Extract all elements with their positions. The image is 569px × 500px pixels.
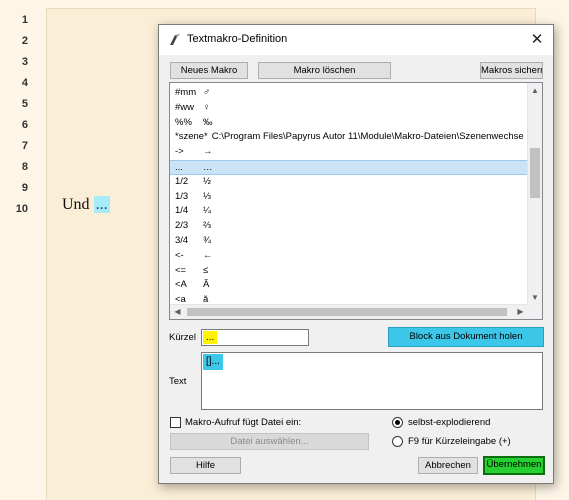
macro-list-item[interactable]: 1/2 ½ xyxy=(170,175,528,190)
new-macro-button[interactable]: Neues Makro xyxy=(170,62,248,79)
close-icon[interactable]: ✕ xyxy=(527,30,547,50)
macro-key: ... xyxy=(175,161,183,173)
macro-value: ⅔ xyxy=(203,220,211,232)
macro-key: %% xyxy=(175,116,192,128)
line-number: 9 xyxy=(21,182,28,194)
macro-text-value: []... xyxy=(203,354,223,370)
scrollbar-corner xyxy=(527,304,542,319)
macro-list-item[interactable]: -> → xyxy=(170,145,528,160)
macro-list-item[interactable]: ... … xyxy=(170,159,528,175)
macro-key: *szene* xyxy=(175,131,208,143)
macro-value: ⅓ xyxy=(203,190,211,202)
delete-macro-button[interactable]: Makro löschen xyxy=(258,62,391,79)
macro-key: 2/3 xyxy=(175,220,189,232)
macro-key: <= xyxy=(175,264,187,276)
self-exploding-label: selbst-explodierend xyxy=(408,417,491,428)
macro-key: <- xyxy=(175,249,184,261)
macro-list-item[interactable]: #mm ♂ xyxy=(170,86,528,101)
kuerzel-value: ... xyxy=(203,331,218,344)
macro-list-item[interactable]: #ww ♀ xyxy=(170,101,528,116)
macro-key: #mm xyxy=(175,87,197,98)
macro-list-item[interactable]: <- ← xyxy=(170,249,528,264)
macro-value: ♂ xyxy=(203,87,211,98)
macro-text-area[interactable]: []... xyxy=(201,352,543,410)
line-number: 1 xyxy=(21,14,28,26)
line-number: 7 xyxy=(21,140,28,152)
macro-list-item[interactable]: 2/3 ⅔ xyxy=(170,219,528,234)
dialog-titlebar[interactable]: Textmakro-Definition ✕ xyxy=(159,25,553,55)
macro-inserts-file-checkbox[interactable] xyxy=(170,417,181,428)
macro-list-item[interactable]: <= ≤ xyxy=(170,264,528,279)
macro-value: Ă xyxy=(203,279,210,291)
line-number-gutter: 1 2 3 4 5 6 7 8 9 10 xyxy=(0,0,40,500)
macro-list-item[interactable]: 3/4 ¾ xyxy=(170,234,528,249)
textmakro-dialog: Textmakro-Definition ✕ Neues Makro Makro… xyxy=(158,24,554,484)
macro-list[interactable]: #mm ♂ #ww ♀%% ‰ *szene* C:\Program Files\Papyr… xyxy=(169,82,543,320)
macro-list-rows: #mm ♂ #ww ♀%% ‰ *szene* C:\Program Files\Papyr… xyxy=(170,86,528,306)
dialog-title: Textmakro-Definition xyxy=(187,33,288,45)
macro-value: ‰ xyxy=(203,116,213,128)
macro-value: ← xyxy=(203,249,213,261)
document-highlighted-text: ... xyxy=(93,196,110,213)
choose-file-button[interactable]: Datei auswählen... xyxy=(170,433,369,450)
horizontal-scroll-thumb[interactable] xyxy=(187,308,507,316)
kuerzel-label: Kürzel xyxy=(169,332,196,343)
macro-list-item[interactable]: *szene* C:\Program Files\Papyrus Autor 11… xyxy=(170,130,528,145)
line-number: 2 xyxy=(21,35,28,47)
get-block-from-document-button[interactable]: Block aus Dokument holen xyxy=(388,327,544,347)
scroll-up-icon[interactable]: ▲ xyxy=(528,83,542,98)
line-number: 10 xyxy=(15,203,28,215)
macro-key: -> xyxy=(175,146,184,158)
vertical-scrollbar[interactable]: ▲ ▼ xyxy=(527,83,542,305)
document-word: Und xyxy=(62,196,90,213)
macro-list-item[interactable]: 1/3 ⅓ xyxy=(170,190,528,205)
help-button[interactable]: Hilfe xyxy=(170,457,241,474)
macro-value: ¼ xyxy=(203,205,211,217)
scroll-left-icon[interactable]: ◀ xyxy=(170,305,185,319)
macro-key: <A xyxy=(175,279,187,291)
macro-value: ½ xyxy=(203,175,211,187)
macro-list-item[interactable]: <A Ă xyxy=(170,278,528,293)
line-number: 8 xyxy=(21,161,28,173)
scroll-down-icon[interactable]: ▼ xyxy=(528,290,542,305)
kuerzel-input[interactable]: ... xyxy=(201,329,309,346)
save-macros-button[interactable]: Makros sichern xyxy=(480,62,543,79)
line-number: 3 xyxy=(21,56,28,68)
scroll-right-icon[interactable]: ▶ xyxy=(513,305,528,319)
macro-key: 1/2 xyxy=(175,175,189,187)
macro-value: → xyxy=(203,146,213,158)
macro-value: … xyxy=(203,161,213,173)
macro-key: 3/4 xyxy=(175,234,189,246)
macro-key: #ww xyxy=(175,101,195,113)
macro-value: ¾ xyxy=(203,234,211,246)
self-exploding-radio[interactable] xyxy=(392,417,403,428)
line-number: 5 xyxy=(21,98,28,110)
macro-key: 1/3 xyxy=(175,190,189,202)
papyrus-app-icon xyxy=(170,34,180,45)
macro-list-item[interactable]: 1/4 ¼ xyxy=(170,204,528,219)
horizontal-scrollbar[interactable]: ◀ ▶ xyxy=(170,304,528,319)
apply-button[interactable]: Übernehmen xyxy=(483,456,545,475)
macro-list-item[interactable]: %% ‰ xyxy=(170,116,528,131)
f9-shortcut-radio[interactable] xyxy=(392,436,403,447)
macro-value: ≤ xyxy=(203,264,209,276)
text-label: Text xyxy=(169,376,187,387)
macro-value: ♀ xyxy=(203,101,211,113)
line-number: 6 xyxy=(21,119,28,131)
cancel-button[interactable]: Abbrechen xyxy=(418,457,478,474)
macro-key: 1/4 xyxy=(175,205,189,217)
vertical-scroll-thumb[interactable] xyxy=(530,148,540,198)
macro-inserts-file-label: Makro-Aufruf fügt Datei ein: xyxy=(185,417,302,428)
f9-shortcut-label: F9 für Kürzeleingabe (+) xyxy=(408,436,511,447)
document-text-line[interactable]: Und ... xyxy=(62,196,110,214)
line-number: 4 xyxy=(21,77,28,89)
macro-value: C:\Program Files\Papyrus Autor 11\Module… xyxy=(211,131,524,143)
